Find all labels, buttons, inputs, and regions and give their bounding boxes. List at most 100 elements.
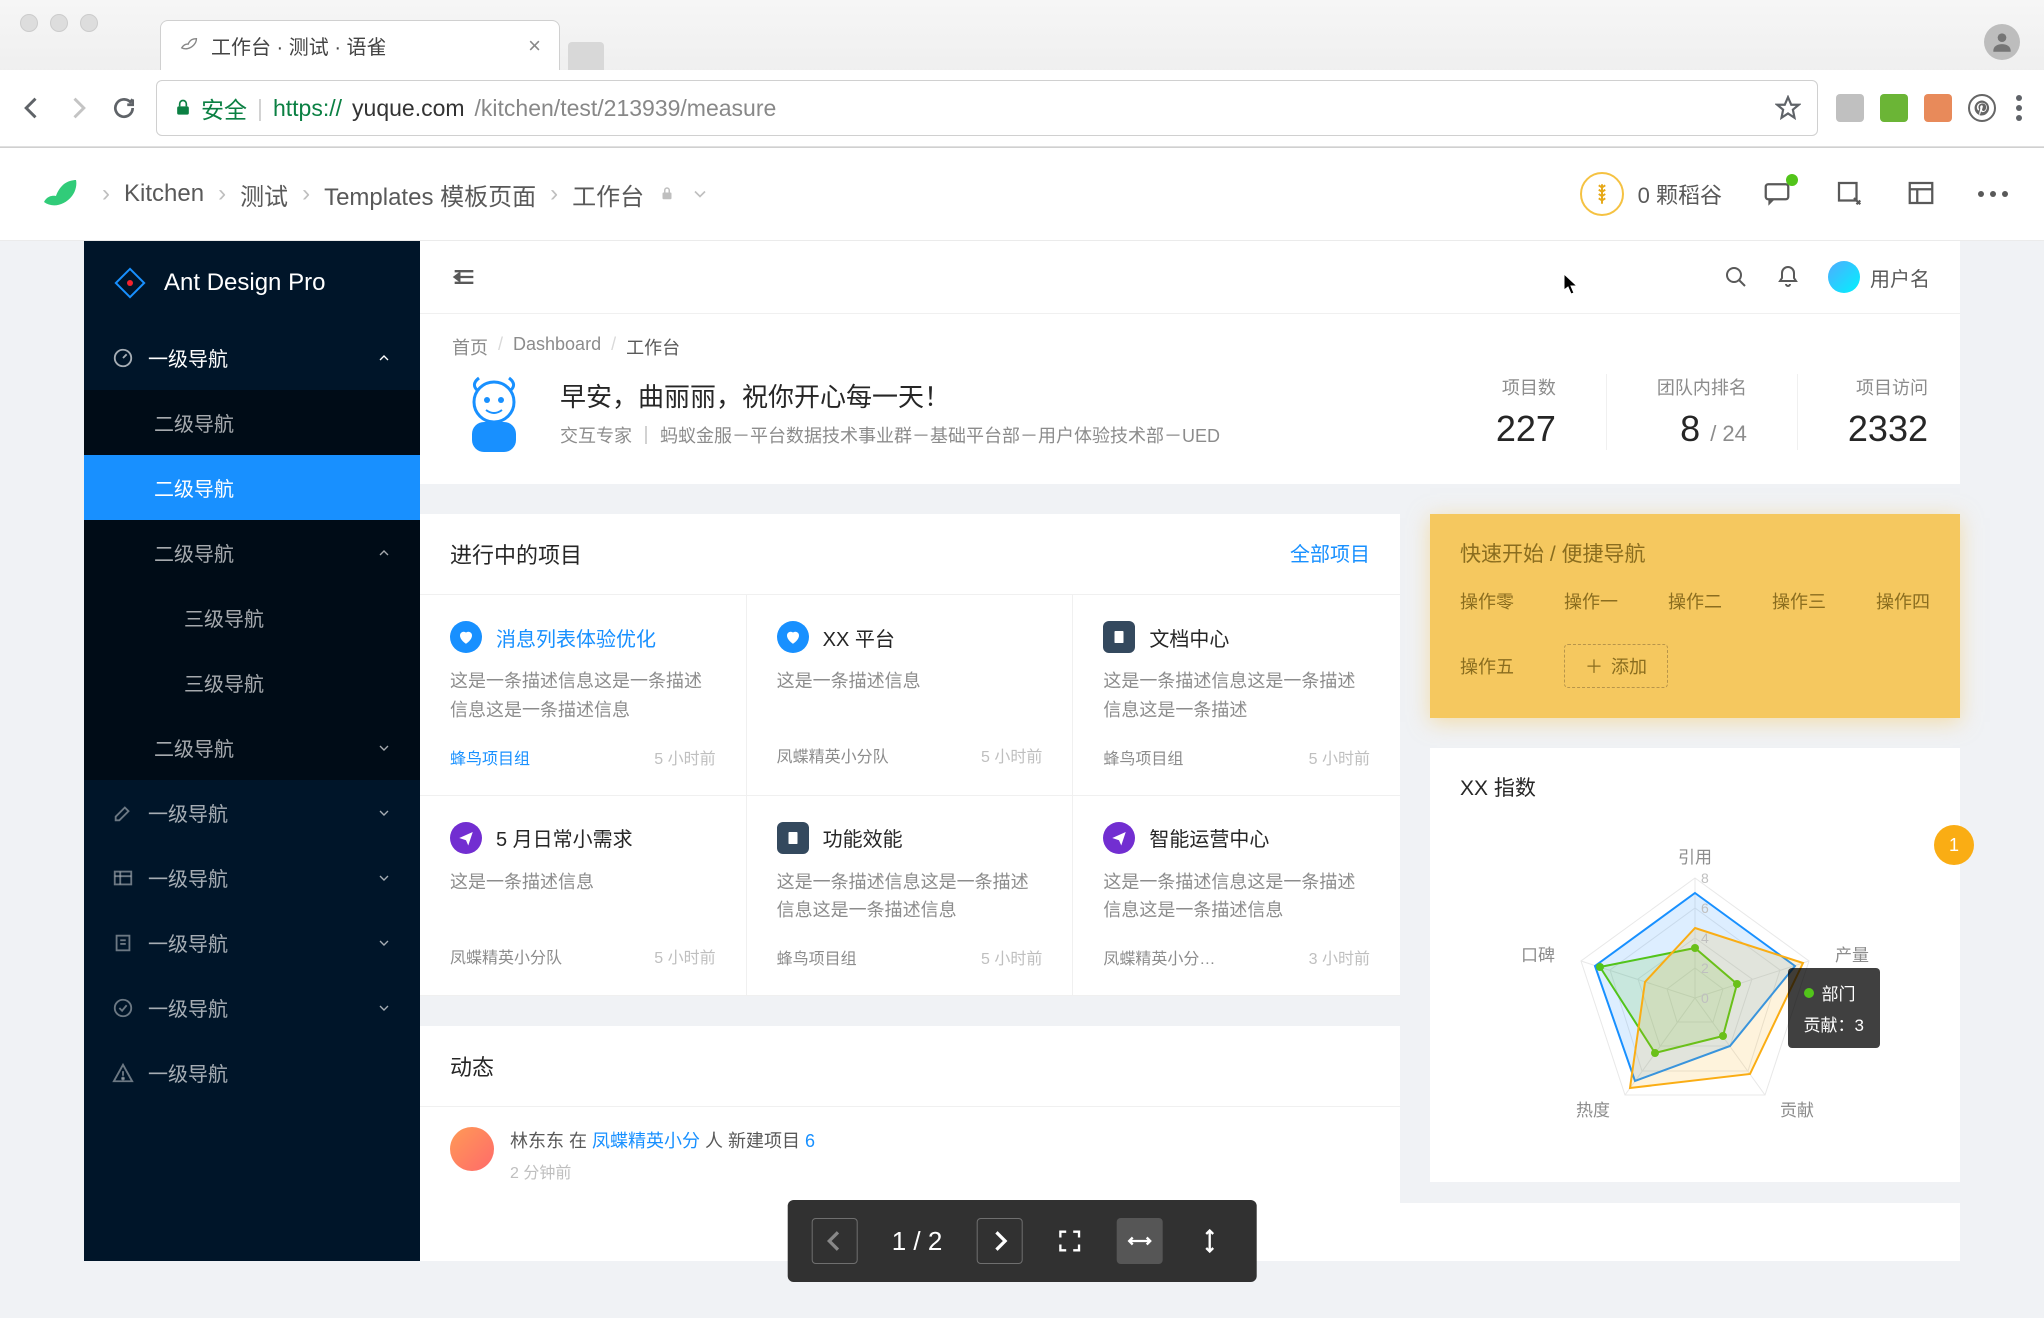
svg-text:2: 2 xyxy=(1701,960,1709,976)
extension-pinterest-icon[interactable] xyxy=(1968,94,1996,122)
breadcrumb-current: 工作台 xyxy=(626,334,680,360)
wheat-badge[interactable]: 0 颗稻谷 xyxy=(1580,172,1722,216)
viewer-fit-height-button[interactable] xyxy=(1186,1218,1232,1264)
sidebar-nav2-item-expanded[interactable]: 二级导航 xyxy=(84,520,420,585)
browser-reload-button[interactable] xyxy=(110,94,138,122)
index-card: XX 指数 xyxy=(1430,748,1960,1182)
mac-minimize-dot[interactable] xyxy=(50,14,68,32)
sidebar-nav1[interactable]: 一级导航 xyxy=(84,325,420,390)
url-host: yuque.com xyxy=(352,95,465,122)
viewer-next-button[interactable] xyxy=(976,1218,1022,1264)
project-team[interactable]: 蜂鸟项目组 xyxy=(450,745,530,769)
svg-text:引用: 引用 xyxy=(1678,848,1712,867)
project-card[interactable]: 文档中心 这是一条描述信息这是一条描述信息这是一条描述 蜂鸟项目组 5 小时前 xyxy=(1073,595,1400,796)
cursor-box-icon[interactable] xyxy=(1834,178,1866,210)
user-menu[interactable]: 用户名 xyxy=(1828,261,1930,293)
breadcrumb-link[interactable]: Dashboard xyxy=(513,334,601,360)
bell-icon[interactable] xyxy=(1776,265,1800,289)
radar-chart: 引用 产量 贡献 热度 口碑 8 6 4 2 0 xyxy=(1460,818,1930,1158)
table-icon xyxy=(112,867,134,889)
quick-action[interactable]: 操作一 xyxy=(1564,588,1618,614)
chevron-down-icon[interactable] xyxy=(690,184,710,204)
breadcrumb-item[interactable]: Kitchen xyxy=(124,180,204,208)
activity-text: 林东东 在 凤蝶精英小分 人 新建项目 6 xyxy=(510,1127,815,1153)
quick-start-card: 快速开始 / 便捷导航 操作零操作一操作二操作三操作四操作五＋添加 xyxy=(1430,514,1960,718)
bookmark-star-icon[interactable] xyxy=(1775,95,1801,121)
sidebar-nav2-item-active[interactable]: 二级导航 xyxy=(84,455,420,520)
breadcrumb-item[interactable]: 测试 xyxy=(240,177,288,212)
chevron-down-icon xyxy=(376,935,392,951)
project-card[interactable]: XX 平台 这是一条描述信息 凤蝶精英小分队 5 小时前 xyxy=(747,595,1074,796)
project-card[interactable]: 智能运营中心 这是一条描述信息这是一条描述信息这是一条描述信息 凤蝶精英小分… … xyxy=(1073,796,1400,997)
project-time: 5 小时前 xyxy=(981,743,1042,767)
sidebar-brand[interactable]: Ant Design Pro xyxy=(84,241,420,325)
breadcrumb-link[interactable]: 首页 xyxy=(452,334,488,360)
all-projects-link[interactable]: 全部项目 xyxy=(1290,538,1370,570)
project-icon xyxy=(777,822,809,854)
sidebar-nav2-item[interactable]: 二级导航 xyxy=(84,715,420,780)
browser-chrome: 工作台 · 测试 · 语雀 × 安全 | https://yuque.com/k… xyxy=(0,0,2044,148)
quick-action[interactable]: 操作四 xyxy=(1876,588,1930,614)
page-indicator: 1 / 2 xyxy=(882,1226,953,1257)
project-card[interactable]: 5 月日常小需求 这是一条描述信息 凤蝶精英小分队 5 小时前 xyxy=(420,796,747,997)
sidebar-nav1-table[interactable]: 一级导航 xyxy=(84,845,420,910)
sidebar-nav3-item[interactable]: 三级导航 xyxy=(84,585,420,650)
sidebar-nav1-detail[interactable]: 一级导航 xyxy=(84,910,420,975)
float-notification-badge[interactable]: 1 xyxy=(1934,825,1974,865)
sidebar-nav1-exception[interactable]: 一级导航 xyxy=(84,1040,420,1105)
project-desc: 这是一条描述信息 xyxy=(777,667,1043,723)
browser-tab[interactable]: 工作台 · 测试 · 语雀 × xyxy=(160,20,560,70)
layout-icon[interactable] xyxy=(1906,178,1938,210)
antd-logo-icon xyxy=(112,265,148,301)
quick-action[interactable]: 操作零 xyxy=(1460,588,1514,614)
breadcrumb-item[interactable]: 工作台 xyxy=(572,177,644,212)
secure-label: 安全 xyxy=(201,91,247,125)
user-avatar-icon xyxy=(1828,261,1860,293)
search-icon[interactable] xyxy=(1724,265,1748,289)
address-bar[interactable]: 安全 | https://yuque.com/kitchen/test/2139… xyxy=(156,80,1818,136)
project-team: 蜂鸟项目组 xyxy=(777,945,857,969)
breadcrumb-item[interactable]: Templates 模板页面 xyxy=(324,177,536,212)
extension-rp-icon[interactable] xyxy=(1836,94,1864,122)
comment-icon[interactable] xyxy=(1762,178,1794,210)
content-header: 用户名 xyxy=(420,241,1960,314)
stat-value: 8 / 24 xyxy=(1657,408,1747,450)
menu-fold-icon[interactable] xyxy=(450,263,478,291)
mac-close-dot[interactable] xyxy=(20,14,38,32)
quick-action[interactable]: 操作三 xyxy=(1772,588,1826,614)
content-area: 用户名 首页 / Dashboard / 工作台 早安，曲丽丽，祝你开心每一天！… xyxy=(420,241,1960,1261)
project-card[interactable]: 消息列表体验优化 这是一条描述信息这是一条描述信息这是一条描述信息 蜂鸟项目组 … xyxy=(420,595,747,796)
project-desc: 这是一条描述信息这是一条描述信息这是一条描述 xyxy=(1103,667,1370,725)
quick-action[interactable]: 操作二 xyxy=(1668,588,1722,614)
chevron-right-icon: › xyxy=(218,180,226,208)
notification-dot xyxy=(1786,174,1798,186)
viewer-prev-button[interactable] xyxy=(812,1218,858,1264)
viewer-fit-width-button[interactable] xyxy=(1116,1218,1162,1264)
profile-icon xyxy=(112,932,134,954)
new-tab-button[interactable] xyxy=(568,42,604,70)
card-title: 动态 xyxy=(450,1050,494,1082)
yuque-topbar: › Kitchen › 测试 › Templates 模板页面 › 工作台 0 … xyxy=(0,148,2044,241)
chrome-profile-icon[interactable] xyxy=(1984,24,2020,60)
extension-orange-icon[interactable] xyxy=(1924,94,1952,122)
tab-close-icon[interactable]: × xyxy=(528,33,541,59)
stat-label: 项目数 xyxy=(1496,374,1556,400)
mac-maximize-dot[interactable] xyxy=(80,14,98,32)
sidebar-nav1-result[interactable]: 一级导航 xyxy=(84,975,420,1040)
quick-action[interactable]: 操作五 xyxy=(1460,653,1514,679)
extension-evernote-icon[interactable] xyxy=(1880,94,1908,122)
sidebar-nav2-item[interactable]: 二级导航 xyxy=(84,390,420,455)
sidebar-nav3-item[interactable]: 三级导航 xyxy=(84,650,420,715)
projects-card: 进行中的项目 全部项目 消息列表体验优化 这是一条描述信息这是一条描述信息这是一… xyxy=(420,514,1400,996)
project-card[interactable]: 功能效能 这是一条描述信息这是一条描述信息这是一条描述信息 蜂鸟项目组 5 小时… xyxy=(747,796,1074,997)
more-icon[interactable] xyxy=(1978,191,2008,197)
svg-text:口碑: 口碑 xyxy=(1521,946,1555,965)
browser-back-button[interactable] xyxy=(18,94,46,122)
check-circle-icon xyxy=(112,997,134,1019)
quick-add-button[interactable]: ＋添加 xyxy=(1564,644,1668,688)
sidebar-nav1-edit[interactable]: 一级导航 xyxy=(84,780,420,845)
chevron-right-icon: › xyxy=(550,180,558,208)
viewer-fullscreen-button[interactable] xyxy=(1046,1218,1092,1264)
yuque-logo-icon[interactable] xyxy=(36,170,84,218)
chrome-menu-button[interactable] xyxy=(2012,91,2026,125)
